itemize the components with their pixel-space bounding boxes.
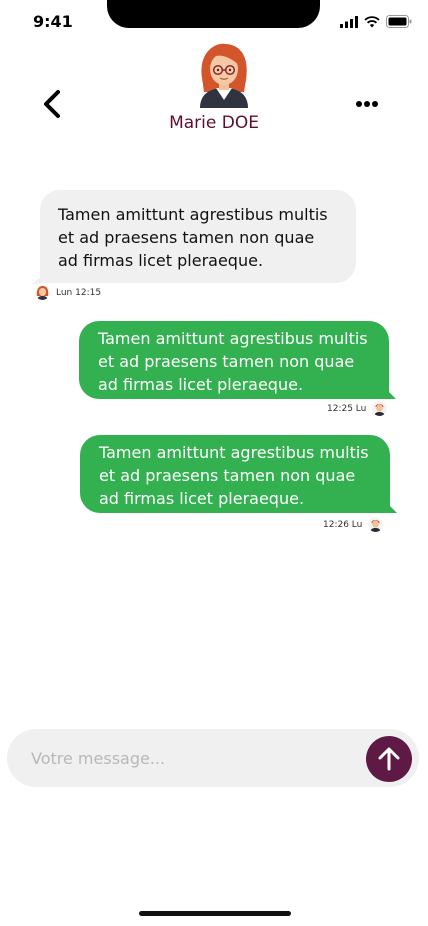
home-indicator[interactable]	[139, 911, 291, 916]
status-bar: 9:41	[0, 0, 428, 44]
send-arrow-up-icon	[378, 747, 400, 771]
wifi-icon	[364, 15, 380, 27]
status-icons	[340, 15, 412, 28]
bubble-tail	[32, 276, 42, 284]
battery-icon	[386, 15, 412, 28]
received-message-meta: Lun 12:15	[35, 285, 101, 300]
received-message-bubble: Tamen amittunt agrestibus multis et ad p…	[40, 190, 356, 283]
more-dots-icon	[356, 101, 378, 107]
chat-header: Marie DOE	[0, 40, 428, 140]
signal-icon	[340, 15, 358, 28]
message-input[interactable]	[31, 729, 361, 787]
contact-avatar	[194, 42, 254, 108]
user-mini-avatar	[368, 517, 384, 532]
sent-message-time: 12:25 Lu	[327, 403, 367, 414]
bubble-tail	[387, 503, 397, 513]
sent-message-meta: 12:25 Lu	[327, 401, 388, 416]
status-time: 9:41	[33, 12, 73, 31]
received-message-time: Lun 12:15	[56, 287, 102, 298]
sent-message-time: 12:26 Lu	[323, 519, 363, 530]
send-button[interactable]	[366, 736, 412, 782]
sent-message-bubble: Tamen amittunt agrestibus multis et ad p…	[80, 435, 390, 513]
bubble-tail	[386, 389, 396, 399]
user-mini-avatar	[372, 401, 388, 416]
sent-message-bubble: Tamen amittunt agrestibus multis et ad p…	[79, 321, 389, 399]
more-options-button[interactable]	[354, 96, 380, 112]
message-composer	[7, 729, 419, 787]
contact-name[interactable]: Marie DOE	[0, 113, 428, 133]
contact-mini-avatar	[35, 285, 50, 300]
device-notch	[107, 0, 320, 28]
sent-message-meta: 12:26 Lu	[323, 517, 384, 532]
